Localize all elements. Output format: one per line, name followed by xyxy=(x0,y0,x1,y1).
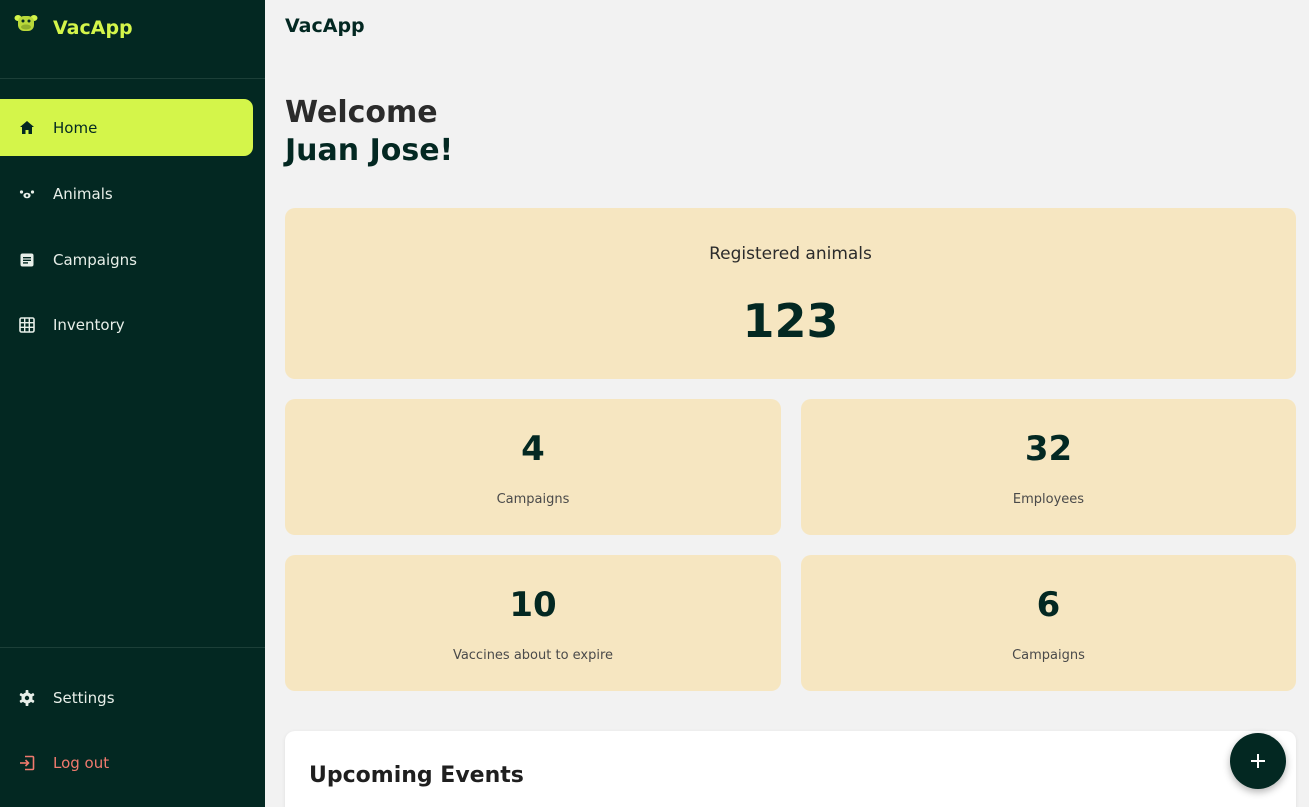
document-icon xyxy=(20,253,34,266)
sidebar-item-label: Log out xyxy=(53,753,110,772)
cow-logo-icon xyxy=(14,15,38,31)
registered-animals-card: Registered animals 123 xyxy=(285,208,1296,379)
gear-icon xyxy=(19,689,35,706)
sidebar: VacApp Home Animals Campaigns Inventory … xyxy=(0,0,265,807)
stat-card-campaigns-2: 6 Campaigns xyxy=(801,555,1296,691)
home-icon xyxy=(20,120,34,134)
sidebar-item-animals[interactable]: Animals xyxy=(0,165,253,222)
stat-value: 4 xyxy=(521,429,545,469)
welcome-line: Welcome xyxy=(285,95,438,130)
brand: VacApp xyxy=(0,0,265,79)
stat-value: 32 xyxy=(1024,429,1073,469)
brand-name: VacApp xyxy=(53,17,133,39)
add-button[interactable] xyxy=(1230,733,1286,789)
sidebar-item-label: Settings xyxy=(53,688,115,707)
sidebar-item-label: Campaigns xyxy=(53,250,138,269)
welcome-heading: Welcome Juan Jose! xyxy=(285,94,453,170)
sidebar-item-home[interactable]: Home xyxy=(0,99,253,156)
plus-icon xyxy=(1251,754,1265,768)
user-name: Juan Jose! xyxy=(285,133,454,168)
sidebar-item-label: Animals xyxy=(53,184,113,203)
grid-icon xyxy=(19,316,35,333)
stat-card-vaccines-expiring: 10 Vaccines about to expire xyxy=(285,555,781,691)
sidebar-item-label: Home xyxy=(53,118,98,137)
stat-label: Vaccines about to expire xyxy=(452,648,614,663)
stat-label: Registered animals xyxy=(709,244,872,264)
sidebar-item-logout[interactable]: Log out xyxy=(0,734,253,791)
stat-value: 123 xyxy=(742,294,839,348)
stat-value: 10 xyxy=(509,585,557,625)
logout-icon xyxy=(20,755,35,770)
stat-label: Campaigns xyxy=(1012,648,1085,663)
upcoming-events-title: Upcoming Events xyxy=(309,763,524,788)
stat-label: Employees xyxy=(1012,492,1085,507)
sidebar-divider xyxy=(0,647,265,648)
paw-icon xyxy=(19,189,35,198)
stat-label: Campaigns xyxy=(496,492,570,507)
upcoming-events-panel: Upcoming Events xyxy=(285,731,1296,807)
sidebar-item-inventory[interactable]: Inventory xyxy=(0,296,253,353)
topbar-title: VacApp xyxy=(285,15,365,37)
sidebar-item-label: Inventory xyxy=(53,315,125,334)
stat-card-campaigns: 4 Campaigns xyxy=(285,399,781,535)
stat-value: 6 xyxy=(1036,585,1061,625)
stat-card-employees: 32 Employees xyxy=(801,399,1296,535)
sidebar-item-settings[interactable]: Settings xyxy=(0,669,253,726)
sidebar-item-campaigns[interactable]: Campaigns xyxy=(0,231,253,288)
